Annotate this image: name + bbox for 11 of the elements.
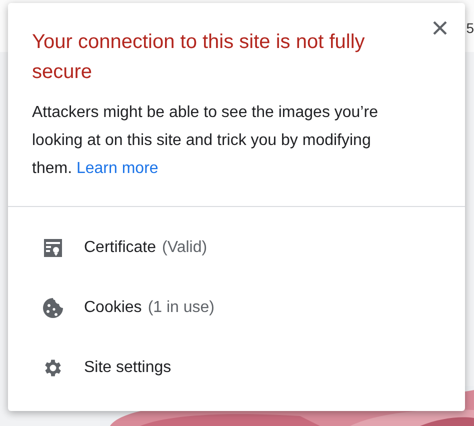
close-icon [432,20,448,36]
settings-icon [42,357,64,379]
menu-item[interactable]: Certificate (Valid) [8,218,465,278]
menu-item[interactable]: Site settings [8,338,465,398]
certificate-icon [42,237,64,259]
learn-more-link[interactable]: Learn more [76,160,158,177]
cookie-icon [42,297,64,319]
warning-title: Your connection to this site is not fully secure [32,30,366,85]
page-text: 5 [466,20,474,36]
warning-message: Attackers might be able to see the images you’re looking at on this site and trick you by modifying them. Learn more [32,103,379,179]
menu-item[interactable]: Cookies (1 in use) [8,278,465,338]
